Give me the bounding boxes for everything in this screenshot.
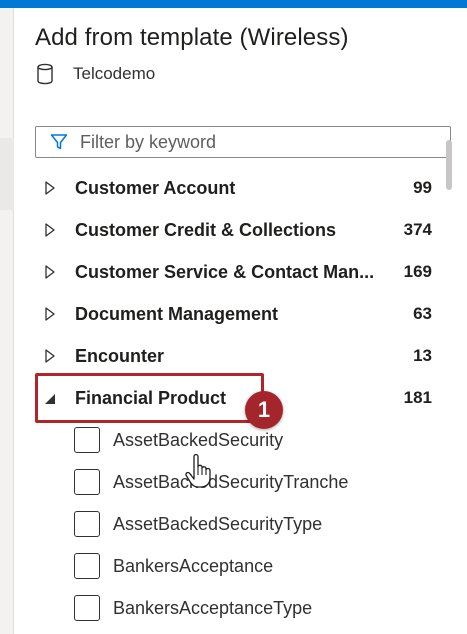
template-item-asset-backed-security-type[interactable]: AssetBackedSecurityType: [0, 503, 452, 545]
category-label: Customer Account: [75, 177, 236, 198]
annotation-highlight-box: [35, 373, 264, 423]
environment-row: Telcodemo: [35, 62, 155, 86]
item-label: BankersAcceptanceType: [113, 597, 313, 618]
filter-search-box[interactable]: [35, 126, 451, 158]
item-checkbox[interactable]: [74, 427, 100, 453]
template-item-asset-backed-security[interactable]: AssetBackedSecurity: [0, 419, 452, 461]
category-row-customer-account[interactable]: Customer Account 99: [0, 167, 452, 209]
item-checkbox[interactable]: [74, 511, 100, 537]
filter-icon: [50, 133, 68, 151]
chevron-right-icon[interactable]: [44, 265, 56, 279]
item-label: AssetBackedSecurityTranche: [113, 471, 349, 492]
item-checkbox[interactable]: [74, 595, 100, 621]
database-icon: [35, 63, 55, 85]
category-count: 99: [413, 178, 432, 197]
category-row-document-management[interactable]: Document Management 63: [0, 293, 452, 335]
category-label: Customer Service & Contact Man...: [75, 261, 375, 282]
template-item-bankers-acceptance-type[interactable]: BankersAcceptanceType: [0, 587, 452, 629]
chevron-right-icon[interactable]: [44, 349, 56, 363]
category-count: 63: [413, 304, 432, 323]
category-row-encounter[interactable]: Encounter 13: [0, 335, 452, 377]
environment-name: Telcodemo: [73, 64, 156, 83]
item-label: AssetBackedSecurityType: [113, 513, 323, 534]
category-count: 374: [403, 220, 432, 239]
category-count: 181: [403, 388, 432, 407]
panel-title: Add from template (Wireless): [35, 24, 349, 51]
category-row-customer-credit[interactable]: Customer Credit & Collections 374: [0, 209, 452, 251]
template-item-bankers-acceptance[interactable]: BankersAcceptance: [0, 545, 452, 587]
category-label: Encounter: [75, 345, 165, 366]
category-label: Document Management: [75, 303, 279, 324]
chevron-right-icon[interactable]: [44, 223, 56, 237]
template-item-asset-backed-security-tranche[interactable]: AssetBackedSecurityTranche: [0, 461, 452, 503]
item-label: AssetBackedSecurity: [113, 429, 284, 450]
item-checkbox[interactable]: [74, 469, 100, 495]
chevron-right-icon[interactable]: [44, 307, 56, 321]
top-bar: [0, 0, 467, 8]
item-checkbox[interactable]: [74, 553, 100, 579]
item-label: BankersAcceptance: [113, 555, 274, 576]
category-row-customer-service[interactable]: Customer Service & Contact Man... 169: [0, 251, 452, 293]
annotation-step-badge: 1: [245, 391, 283, 429]
category-label: Customer Credit & Collections: [75, 219, 337, 240]
category-count: 13: [413, 346, 432, 365]
chevron-right-icon[interactable]: [44, 181, 56, 195]
category-count: 169: [403, 262, 432, 281]
hand-pointer-cursor-icon: [185, 453, 211, 488]
filter-input[interactable]: [80, 131, 420, 153]
